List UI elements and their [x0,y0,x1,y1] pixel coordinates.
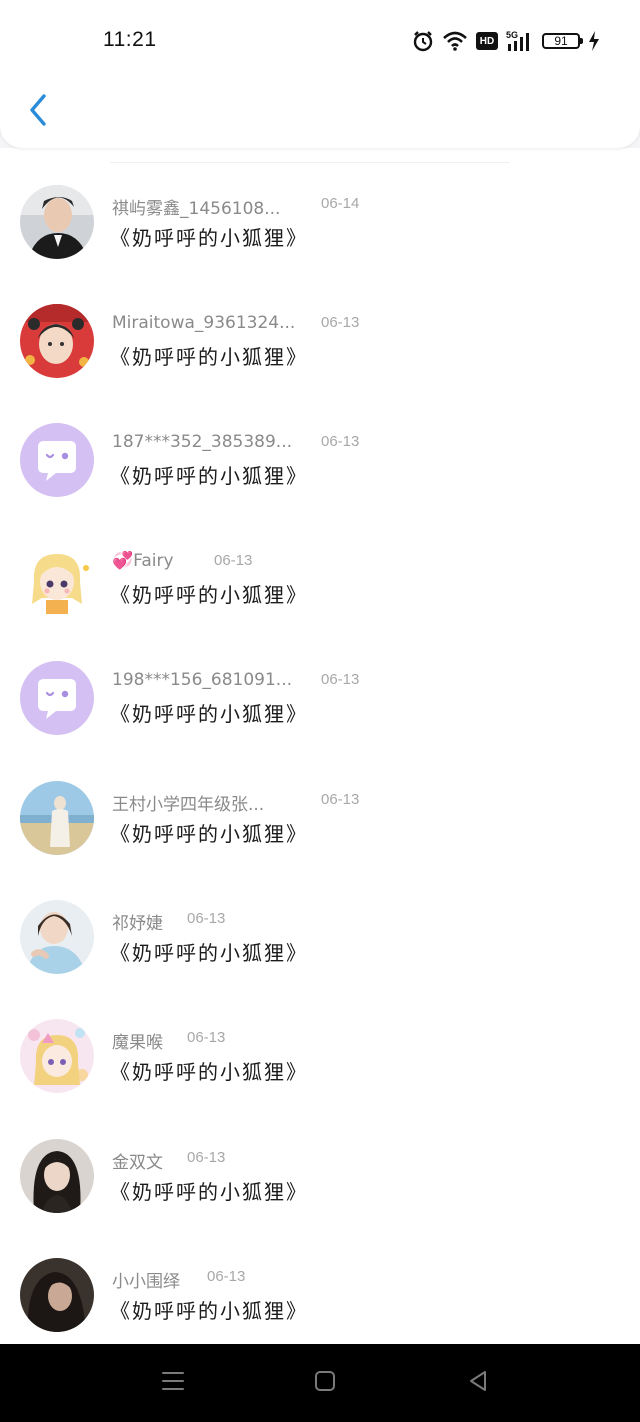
message-list: 祺屿雾鑫_1456108... 06-14 《奶呼呼的小狐狸》 Miraitow… [0,148,640,1344]
system-nav-bar [0,1344,640,1422]
list-item-date: 06-13 [321,314,360,331]
list-item-message: 《奶呼呼的小狐狸》 [110,226,308,250]
avatar[interactable] [20,900,94,974]
list-item-date: 06-13 [321,791,360,808]
list-item[interactable]: 祁妤婕 06-13 《奶呼呼的小狐狸》 [0,863,640,983]
avatar[interactable] [20,185,94,259]
list-item-message: 《奶呼呼的小狐狸》 [110,1180,308,1204]
list-item-name: 祁妤婕 [112,914,163,934]
back-button[interactable] [18,90,58,134]
home-square-icon [314,1370,336,1396]
app-header: 11:21 HD 5G 91 [0,0,640,148]
list-item-name: 王村小学四年级张... [112,795,265,815]
avatar[interactable] [20,781,94,855]
list-item-message: 《奶呼呼的小狐狸》 [110,464,308,488]
list-item-name: 小小围绎 [112,1272,180,1292]
avatar[interactable] [20,542,94,616]
avatar[interactable] [20,1019,94,1093]
list-item-date: 06-13 [187,1149,226,1166]
list-item-name: Miraitowa_9361324... [112,313,296,333]
avatar[interactable] [20,304,94,378]
list-item-name: 💞Fairy [112,551,174,571]
list-item[interactable]: 187***352_385389... 06-13 《奶呼呼的小狐狸》 [0,386,640,506]
list-item-name: 187***352_385389... [112,432,293,452]
chevron-left-icon [28,94,48,130]
list-item-message: 《奶呼呼的小狐狸》 [110,822,308,846]
back-triangle-icon [467,1369,489,1397]
wifi-icon [442,30,468,52]
signal-icon: 5G [506,30,534,52]
avatar[interactable] [20,661,94,735]
battery-icon: 91 [542,33,583,49]
list-item-message: 《奶呼呼的小狐狸》 [110,1299,308,1323]
nav-back-button[interactable] [461,1368,495,1398]
alarm-icon [412,30,434,52]
list-item-name: 魔果喉 [112,1033,163,1053]
list-item[interactable]: 💞Fairy 06-13 《奶呼呼的小狐狸》 [0,505,640,625]
svg-text:5G: 5G [506,30,518,40]
list-item-message: 《奶呼呼的小狐狸》 [110,941,308,965]
status-time: 11:21 [103,28,157,51]
list-item-name: 198***156_681091... [112,670,293,690]
list-item-name: 金双文 [112,1153,163,1173]
list-item-date: 06-13 [207,1268,246,1285]
list-item[interactable]: 小小围绎 06-13 《奶呼呼的小狐狸》 [0,1221,640,1341]
home-button[interactable] [308,1368,342,1398]
charging-icon [588,31,600,51]
avatar[interactable] [20,1258,94,1332]
list-item[interactable]: 王村小学四年级张... 06-13 《奶呼呼的小狐狸》 [0,744,640,864]
list-item-date: 06-13 [214,552,253,569]
status-bar: 11:21 HD 5G 91 [0,0,640,80]
list-item[interactable]: 魔果喉 06-13 《奶呼呼的小狐狸》 [0,982,640,1102]
avatar[interactable] [20,423,94,497]
list-item[interactable]: Miraitowa_9361324... 06-13 《奶呼呼的小狐狸》 [0,267,640,387]
menu-icon [161,1370,185,1396]
menu-button[interactable] [156,1368,190,1398]
list-item-message: 《奶呼呼的小狐狸》 [110,1060,308,1084]
list-item-name: 祺屿雾鑫_1456108... [112,199,281,219]
avatar[interactable] [20,1139,94,1213]
list-item-message: 《奶呼呼的小狐狸》 [110,583,308,607]
list-item[interactable]: 198***156_681091... 06-13 《奶呼呼的小狐狸》 [0,624,640,744]
list-item-date: 06-13 [321,433,360,450]
list-item-date: 06-13 [321,671,360,688]
list-item[interactable]: 祺屿雾鑫_1456108... 06-14 《奶呼呼的小狐狸》 [0,148,640,268]
list-item[interactable]: 金双文 06-13 《奶呼呼的小狐狸》 [0,1102,640,1222]
hd-icon: HD [476,32,498,50]
list-item-date: 06-14 [321,195,360,212]
list-item-message: 《奶呼呼的小狐狸》 [110,702,308,726]
list-item-message: 《奶呼呼的小狐狸》 [110,345,308,369]
status-icons: HD 5G 91 [412,28,600,54]
list-item-date: 06-13 [187,1029,226,1046]
list-item-date: 06-13 [187,910,226,927]
